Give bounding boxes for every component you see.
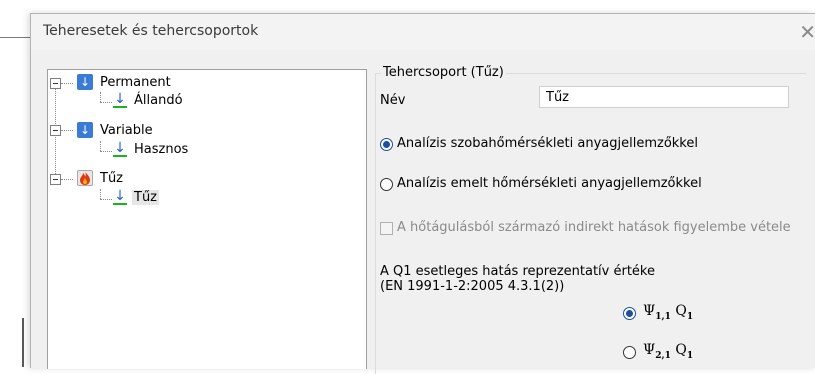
psi-subscript: 2,1 — [655, 350, 671, 361]
load-arrow-icon: ↓ — [113, 140, 127, 157]
panel-legend: Tehercsoport (Tűz) — [381, 65, 506, 80]
load-arrow-icon: ↓ — [113, 91, 127, 108]
tree-node-tuz-selected[interactable]: Tűz — [132, 190, 160, 205]
load-arrow-icon: ↓ — [77, 74, 93, 90]
tree-connector — [100, 189, 101, 199]
tree-node-variable[interactable]: Variable — [100, 123, 153, 138]
tree-connector — [100, 92, 101, 102]
q-symbol: Q — [675, 303, 687, 319]
analysis-elevated-temp-label[interactable]: Analízis emelt hőmérsékleti anyagjellemz… — [397, 176, 702, 191]
background-area — [0, 38, 30, 367]
tree-connector — [100, 151, 112, 152]
tree-connector — [61, 83, 73, 84]
tree-node-tuz-group[interactable]: Tűz — [100, 171, 123, 186]
analysis-room-temp-radio[interactable] — [380, 138, 393, 151]
collapse-toggle[interactable] — [50, 174, 61, 185]
tree-connector — [61, 179, 73, 180]
fire-icon — [80, 171, 90, 185]
q-subscript: 1 — [686, 311, 694, 322]
load-cases-dialog: Teheresetek és tehercsoportok ✕ ↓ Perman… — [30, 13, 815, 374]
window-title: Teheresetek és tehercsoportok — [43, 23, 259, 39]
load-group-tree: ↓ Permanent ↓ Állandó ↓ Variable ↓ Haszn… — [47, 69, 367, 369]
indirect-effects-label: A hőtágulásból származó indirekt hatások… — [397, 220, 791, 235]
psi-2-1-label[interactable]: Ψ2,1 Q1 — [643, 342, 693, 361]
background-window-edge — [22, 318, 24, 367]
tree-connector — [100, 199, 112, 200]
analysis-elevated-temp-radio[interactable] — [380, 178, 393, 191]
load-arrow-icon: ↓ — [113, 188, 127, 205]
psi-symbol: Ψ — [643, 342, 656, 358]
tree-connector — [61, 130, 73, 131]
name-label: Név — [380, 93, 406, 108]
name-input[interactable] — [539, 86, 789, 108]
tree-connector — [100, 102, 112, 103]
title-bar: Teheresetek és tehercsoportok ✕ — [31, 14, 815, 50]
tree-node-permanent[interactable]: Permanent — [100, 75, 171, 90]
q-symbol: Q — [675, 342, 687, 358]
tree-connector — [100, 141, 101, 151]
psi-subscript: 1,1 — [655, 311, 671, 322]
load-arrow-icon: ↓ — [77, 122, 93, 138]
psi-symbol: Ψ — [643, 303, 656, 319]
psi-1-1-label[interactable]: Ψ1,1 Q1 — [643, 303, 693, 322]
collapse-toggle[interactable] — [50, 125, 61, 136]
representative-value-label: A Q1 esetleges hatás reprezentatív érték… — [380, 264, 655, 279]
analysis-room-temp-label[interactable]: Analízis szobahőmérsékleti anyagjellemző… — [397, 136, 698, 151]
tree-node-hasznos[interactable]: Hasznos — [134, 142, 188, 157]
collapse-toggle[interactable] — [50, 78, 61, 89]
q-subscript: 1 — [686, 350, 694, 361]
close-icon[interactable]: ✕ — [799, 20, 815, 44]
tree-node-allando[interactable]: Állandó — [134, 93, 183, 108]
psi-1-1-radio[interactable] — [623, 307, 636, 320]
representative-value-ref: (EN 1991-1-2:2005 4.3.1(2)) — [380, 279, 565, 294]
psi-2-1-radio[interactable] — [623, 346, 636, 359]
fire-icon — [77, 170, 93, 186]
indirect-effects-checkbox[interactable] — [380, 222, 393, 235]
